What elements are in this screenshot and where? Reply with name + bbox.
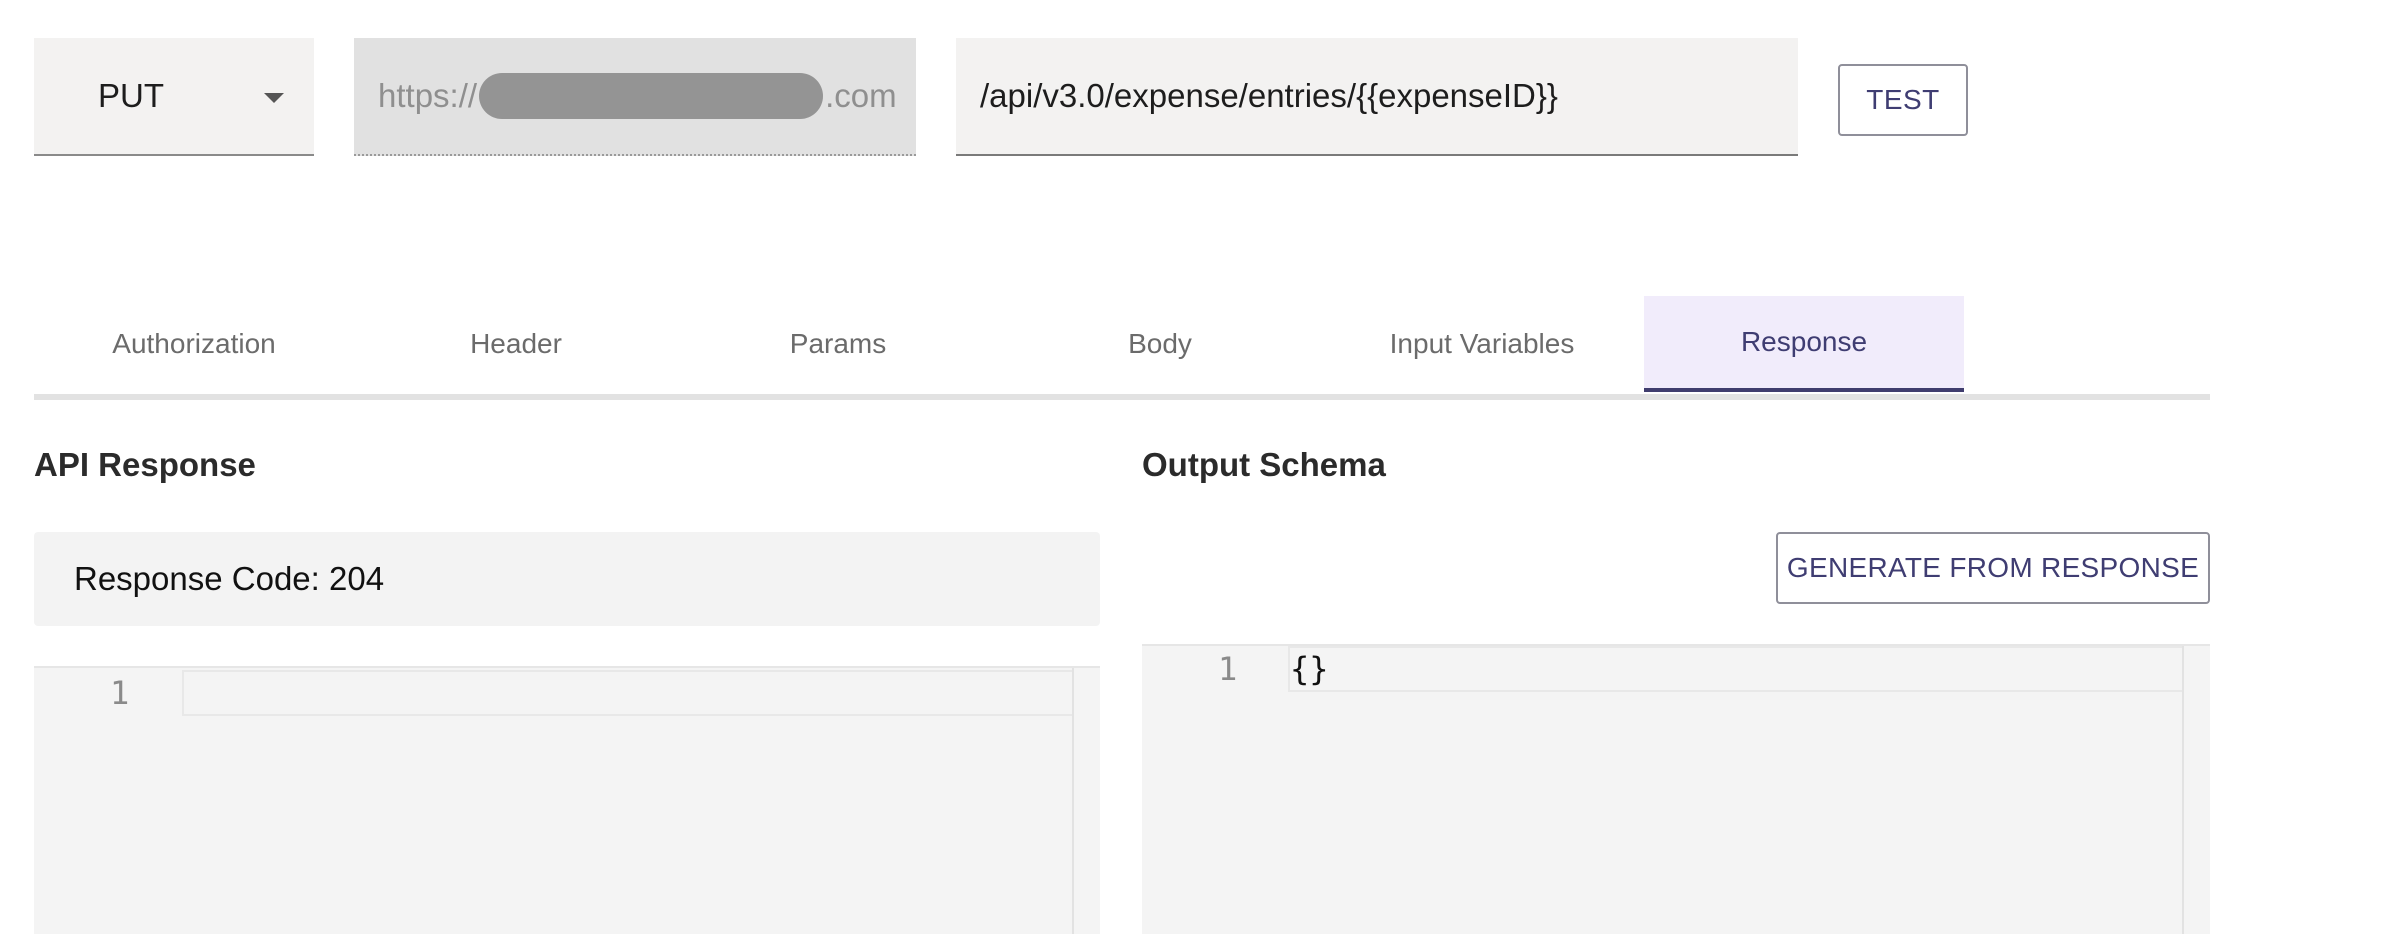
base-url-prefix: https:// <box>378 77 478 114</box>
base-url-field: https:// .com <box>354 38 916 156</box>
tab-divider <box>34 394 2210 400</box>
base-url-suffix: .com <box>825 77 897 114</box>
generate-from-response-button[interactable]: GENERATE FROM RESPONSE <box>1776 532 2210 604</box>
output-schema-editor[interactable]: 1 {} <box>1142 644 2210 934</box>
api-response-title: API Response <box>34 446 256 483</box>
tab-bar: Authorization Header Params Body Input V… <box>34 296 2210 400</box>
code-line: {} <box>1288 646 2210 692</box>
chevron-down-icon <box>264 93 284 103</box>
method-select[interactable]: PUT <box>34 38 314 156</box>
line-number: 1 <box>1218 650 1238 688</box>
api-response-editor[interactable]: 1 <box>34 666 1100 934</box>
code-line <box>182 670 1100 716</box>
tab-input-variables[interactable]: Input Variables <box>1322 296 1642 392</box>
response-code-box: Response Code: 204 <box>34 532 1100 626</box>
redacted-domain <box>479 73 824 119</box>
endpoint-path-input[interactable]: /api/v3.0/expense/entries/{{expenseID}} <box>956 38 1798 156</box>
test-button[interactable]: TEST <box>1838 64 1968 136</box>
tab-params[interactable]: Params <box>678 296 998 392</box>
editor-scrollbar[interactable] <box>2182 646 2210 934</box>
response-code-text: Response Code: 204 <box>74 560 385 597</box>
method-value: PUT <box>98 77 164 114</box>
endpoint-path-value: /api/v3.0/expense/entries/{{expenseID}} <box>980 77 1558 114</box>
tab-authorization[interactable]: Authorization <box>34 296 354 392</box>
tab-response[interactable]: Response <box>1644 296 1964 392</box>
line-number: 1 <box>110 674 130 712</box>
tab-header[interactable]: Header <box>356 296 676 392</box>
output-schema-title: Output Schema <box>1142 446 1386 483</box>
tab-body[interactable]: Body <box>1000 296 1320 392</box>
editor-scrollbar[interactable] <box>1072 668 1100 934</box>
